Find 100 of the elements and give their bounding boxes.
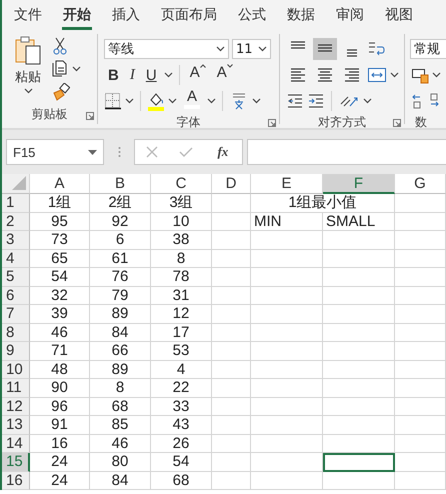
column-header[interactable]: B <box>90 174 151 194</box>
number-format-field[interactable]: 常规 <box>410 39 446 59</box>
decrease-indent-icon[interactable] <box>286 92 304 110</box>
row-header[interactable]: 8 <box>2 324 30 342</box>
italic-button[interactable]: I <box>126 64 139 86</box>
table-cell <box>395 268 446 286</box>
insert-function-button[interactable]: fx <box>214 144 232 160</box>
caret-icon[interactable] <box>168 98 177 104</box>
scissors-icon[interactable] <box>52 36 68 55</box>
column-header[interactable]: D <box>212 174 251 194</box>
table-cell: 71 <box>30 342 90 360</box>
dialog-launcher-icon[interactable] <box>268 119 276 127</box>
increase-font-button[interactable]: A <box>186 64 210 86</box>
clipboard-icon[interactable] <box>14 36 42 66</box>
caret-icon[interactable] <box>164 72 173 78</box>
table-cell: MIN <box>251 212 323 231</box>
ribbon-tab[interactable]: 文件 <box>13 0 43 30</box>
table-cell: 39 <box>30 305 90 324</box>
row-header[interactable]: 10 <box>2 360 30 379</box>
table-cell: 12 <box>151 305 212 324</box>
caret-icon[interactable] <box>216 46 225 52</box>
merge-center-icon[interactable] <box>367 66 387 84</box>
table-cell: 16 <box>30 434 90 453</box>
paste-button[interactable]: 粘贴 <box>10 34 46 104</box>
underline-button[interactable]: U <box>142 64 161 86</box>
caret-icon[interactable] <box>432 72 441 78</box>
fill-color-icon[interactable] <box>147 91 165 111</box>
increase-indent-icon[interactable] <box>307 92 325 110</box>
center-align-icon[interactable] <box>316 66 334 84</box>
decimal-places-icon[interactable] <box>411 92 441 110</box>
row-header[interactable]: 4 <box>2 250 30 268</box>
ribbon-tab[interactable]: 视图 <box>384 0 414 30</box>
caret-icon[interactable] <box>207 98 216 104</box>
caret-icon[interactable] <box>72 66 81 72</box>
table-cell: 96 <box>30 398 90 416</box>
column-header[interactable]: C <box>151 174 212 194</box>
caret-icon[interactable] <box>390 72 399 78</box>
row-header[interactable]: 2 <box>2 212 30 231</box>
caret-icon[interactable] <box>24 88 32 94</box>
row-header[interactable]: 14 <box>2 434 30 453</box>
row-header[interactable]: 3 <box>2 231 30 250</box>
copy-icon[interactable] <box>52 60 68 78</box>
ribbon-tab[interactable]: 插入 <box>111 0 141 30</box>
table-cell: 95 <box>30 212 90 231</box>
left-align-icon[interactable] <box>289 66 307 84</box>
column-header[interactable]: E <box>251 174 323 194</box>
row-header[interactable]: 13 <box>2 416 30 434</box>
caret-icon[interactable] <box>125 98 134 104</box>
drag-handle-icon[interactable] <box>118 146 120 158</box>
borders-icon[interactable] <box>104 92 122 110</box>
row-header[interactable]: 5 <box>2 268 30 286</box>
table-cell <box>251 324 323 342</box>
right-align-icon[interactable] <box>343 66 361 84</box>
table-cell: 17 <box>151 324 212 342</box>
column-header[interactable]: A <box>30 174 90 194</box>
table-cell <box>323 305 395 324</box>
table-cell <box>395 250 446 268</box>
row-header[interactable]: 1 <box>2 194 30 212</box>
row-header[interactable]: 6 <box>2 286 30 305</box>
bold-button[interactable]: B <box>104 64 123 86</box>
row-header[interactable]: 7 <box>2 305 30 324</box>
dialog-launcher-icon[interactable] <box>393 119 401 127</box>
ribbon-tab[interactable]: 审阅 <box>335 0 365 30</box>
name-box[interactable]: F15 <box>6 139 104 165</box>
table-cell: 54 <box>30 268 90 286</box>
font-size-field[interactable]: 11 <box>232 39 271 59</box>
table-cell: 8 <box>151 250 212 268</box>
dropdown-arrow-icon[interactable] <box>88 150 97 154</box>
decrease-font-button[interactable]: A <box>212 64 237 86</box>
accounting-format-icon[interactable] <box>411 66 429 84</box>
font-name-field[interactable]: 等线 <box>104 39 229 59</box>
ribbon-tab[interactable]: 页面布局 <box>160 0 218 30</box>
dialog-launcher-icon[interactable] <box>86 112 94 120</box>
check-icon[interactable] <box>179 146 194 158</box>
table-cell: 43 <box>151 416 212 434</box>
table-cell: 24 <box>30 453 90 472</box>
row-header[interactable]: 15 <box>2 453 30 472</box>
caret-icon[interactable] <box>252 98 261 104</box>
table-cell: 68 <box>90 398 151 416</box>
column-header[interactable]: G <box>395 174 446 194</box>
caret-icon[interactable] <box>258 46 267 52</box>
ribbon-tab[interactable]: 开始 <box>62 0 92 30</box>
ribbon-tab[interactable]: 公式 <box>237 0 267 30</box>
format-painter-icon[interactable] <box>52 83 70 102</box>
caret-icon[interactable] <box>363 98 372 104</box>
table-cell <box>251 342 323 360</box>
row-header[interactable]: 16 <box>2 472 30 490</box>
font-color-button[interactable]: A <box>180 90 204 112</box>
row-header[interactable]: 11 <box>2 379 30 398</box>
table-cell <box>212 342 251 360</box>
table-cell: 48 <box>30 360 90 379</box>
column-header[interactable]: F <box>323 174 395 194</box>
row-header[interactable]: 12 <box>2 398 30 416</box>
table-cell: 78 <box>151 268 212 286</box>
table-cell <box>251 453 323 472</box>
group-label: 数 <box>415 114 427 128</box>
row-header[interactable]: 9 <box>2 342 30 360</box>
formula-input[interactable] <box>247 139 446 165</box>
table-cell: 33 <box>151 398 212 416</box>
ribbon-tab[interactable]: 数据 <box>286 0 316 30</box>
